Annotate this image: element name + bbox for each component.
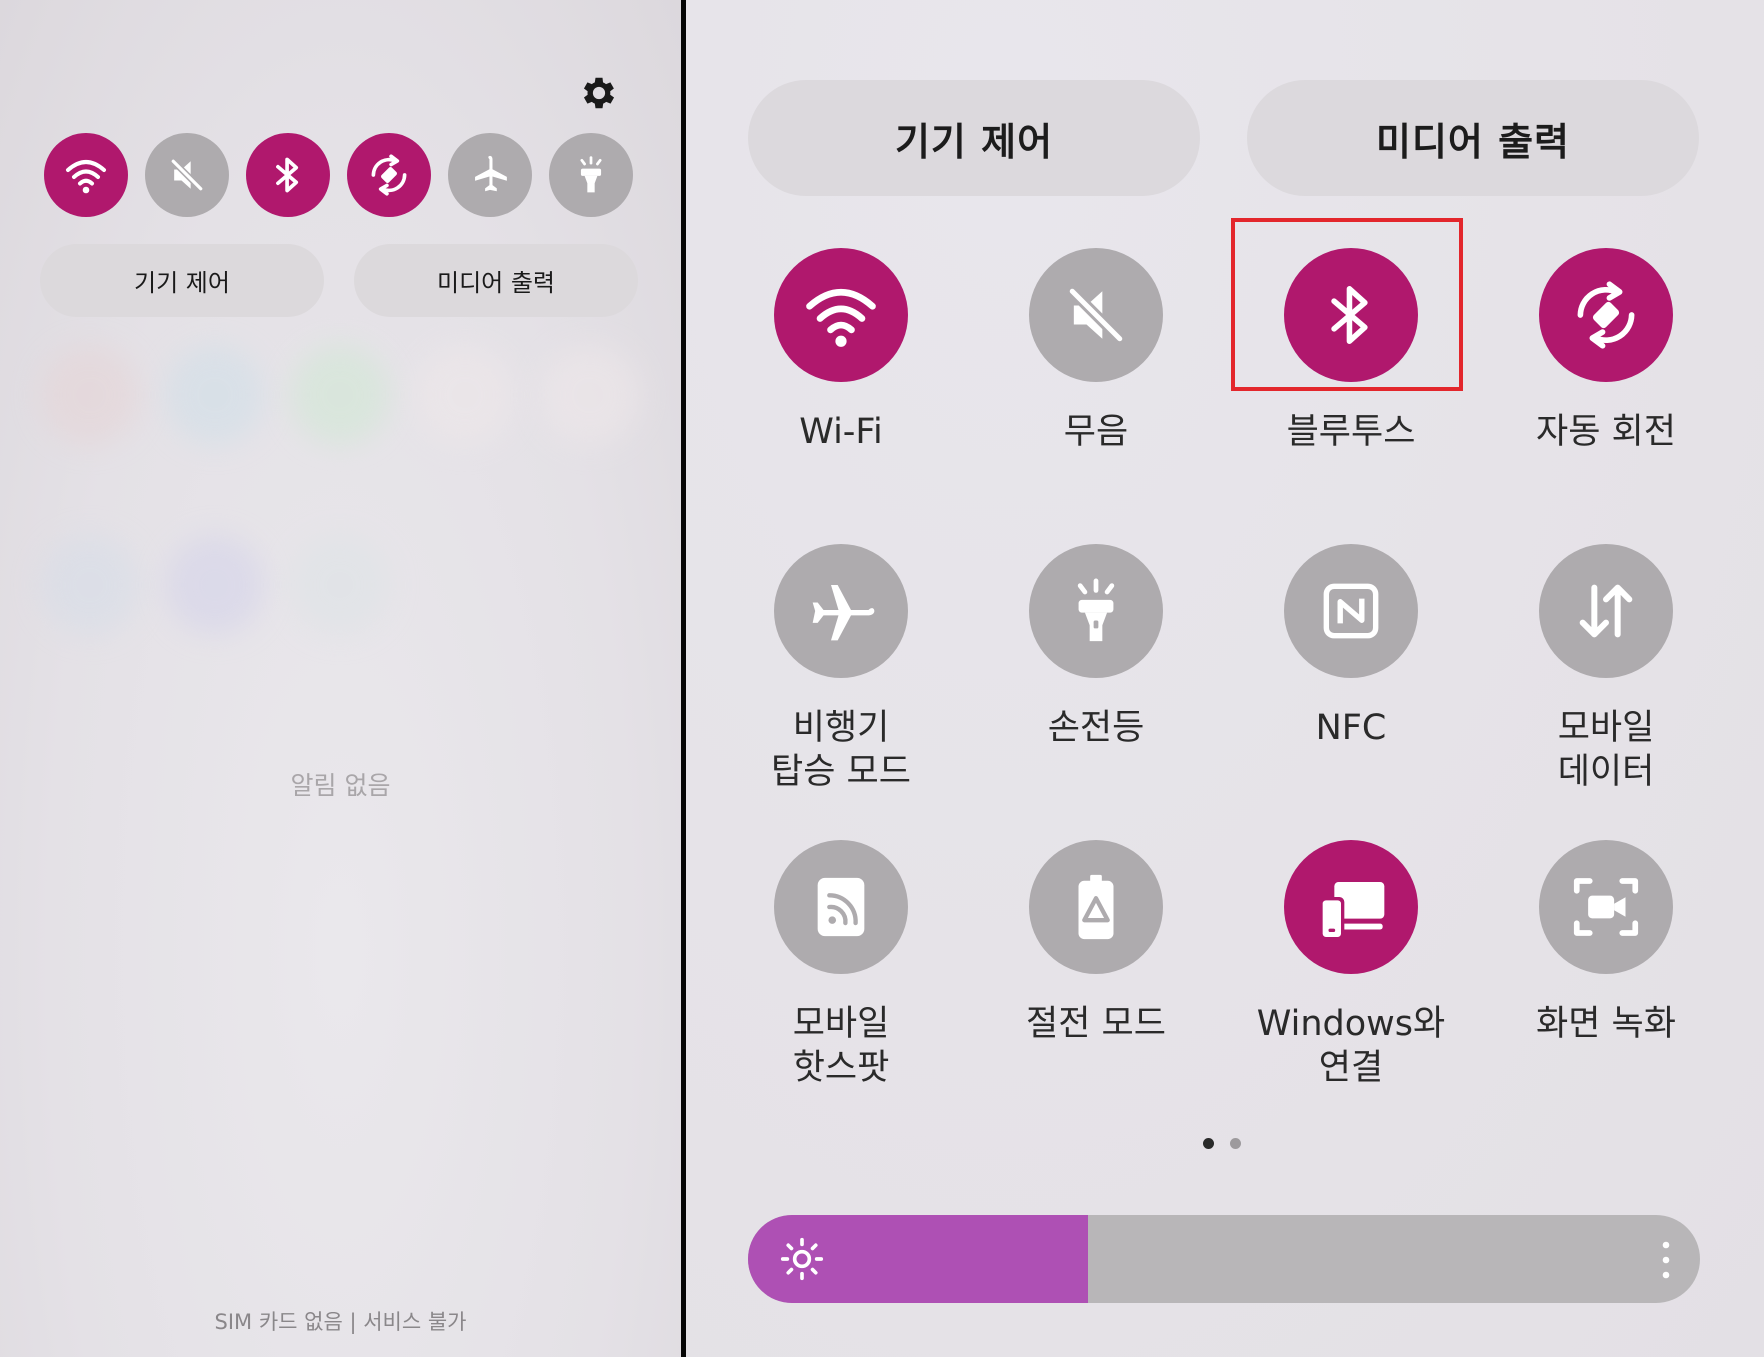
tile-screen-recorder[interactable]: 화면 녹화	[1486, 840, 1726, 1046]
power-saving-tile-button[interactable]	[1029, 840, 1163, 974]
mobile-data-tile-button[interactable]	[1539, 544, 1673, 678]
tile-label: 비행기 탑승 모드	[771, 708, 911, 792]
auto-rotate-tile-button[interactable]	[1539, 248, 1673, 382]
tile-nfc[interactable]: NFC	[1231, 544, 1471, 750]
tile-airplane-mode[interactable]: 비행기 탑승 모드	[721, 544, 961, 794]
tile-label: 화면 녹화	[1536, 1004, 1676, 1044]
link-to-windows-icon	[1319, 882, 1385, 941]
link-to-windows-tile-button[interactable]	[1284, 840, 1418, 974]
bluetooth-toggle[interactable]	[246, 133, 330, 217]
brightness-sun-icon	[780, 1237, 824, 1281]
tile-power-saving[interactable]: 절전 모드	[976, 840, 1216, 1046]
blurred-app-icon	[290, 345, 390, 445]
tile-label: Windows와 연결	[1256, 1004, 1446, 1088]
tile-mobile-data[interactable]: 모바일 데이터	[1486, 544, 1726, 794]
media-output-button[interactable]: 미디어 출력	[354, 244, 638, 317]
blurred-app-icon	[290, 535, 390, 635]
tab-media-output[interactable]: 미디어 출력	[1247, 80, 1699, 196]
airplane-toggle[interactable]	[448, 133, 532, 217]
blurred-app-icon	[415, 345, 515, 445]
auto-rotate-toggle[interactable]	[347, 133, 431, 217]
tile-flashlight[interactable]: 손전등	[976, 544, 1216, 750]
tile-mute[interactable]: 무음	[976, 248, 1216, 454]
settings-gear-icon[interactable]	[578, 72, 620, 114]
page-dot	[1230, 1138, 1241, 1149]
hotspot-tile-button[interactable]	[774, 840, 908, 974]
tile-label: 손전등	[1047, 708, 1145, 748]
brightness-slider[interactable]	[748, 1215, 1700, 1303]
flashlight-icon	[1077, 578, 1115, 642]
nfc-tile-button[interactable]	[1284, 544, 1418, 678]
tile-label: 절전 모드	[1026, 1004, 1166, 1044]
airplane-icon	[475, 155, 507, 192]
wifi-tile-button[interactable]	[774, 248, 908, 382]
power-saving-icon	[1078, 874, 1114, 940]
blurred-app-icon	[165, 535, 265, 635]
mobile-data-icon	[1579, 584, 1633, 638]
tile-label: 자동 회전	[1536, 412, 1676, 452]
carrier-status-text: SIM 카드 없음 | 서비스 불가	[214, 1310, 467, 1334]
tile-label: 모바일 데이터	[1557, 708, 1655, 792]
tile-label: 모바일 핫스팟	[792, 1004, 890, 1088]
device-control-button[interactable]: 기기 제어	[40, 244, 324, 317]
tile-label: 블루투스	[1286, 412, 1416, 452]
blurred-app-icon	[40, 535, 140, 635]
more-options-icon[interactable]	[1662, 1241, 1670, 1279]
tile-link-to-windows[interactable]: Windows와 연결	[1231, 840, 1471, 1090]
blurred-app-icon	[40, 345, 140, 445]
mute-icon	[1068, 287, 1124, 343]
tile-label: 무음	[1063, 412, 1129, 452]
flashlight-tile-button[interactable]	[1029, 544, 1163, 678]
wifi-toggle[interactable]	[44, 133, 128, 217]
mute-icon	[170, 158, 204, 192]
tile-mobile-hotspot[interactable]: 모바일 핫스팟	[721, 840, 961, 1090]
airplane-icon	[812, 585, 875, 641]
airplane-tile-button[interactable]	[774, 544, 908, 678]
tile-auto-rotate[interactable]: 자동 회전	[1486, 248, 1726, 454]
page-indicator	[1203, 1138, 1241, 1149]
wifi-icon	[66, 160, 106, 194]
hotspot-icon	[817, 877, 865, 937]
screen-recorder-icon	[1573, 878, 1639, 936]
auto-rotate-icon	[1577, 281, 1635, 349]
tile-wifi[interactable]: Wi-Fi	[721, 248, 961, 454]
page-dot-active	[1203, 1138, 1214, 1149]
compact-quick-panel: 기기 제어 미디어 출력 알림 없음 SIM 카드 없음 | 서비스 불가	[0, 0, 681, 1357]
flashlight-icon	[580, 156, 602, 193]
no-notifications-text: 알림 없음	[290, 771, 391, 800]
wifi-icon	[806, 289, 876, 347]
blurred-app-icon	[165, 345, 265, 445]
screen-recorder-tile-button[interactable]	[1539, 840, 1673, 974]
tab-device-control[interactable]: 기기 제어	[748, 80, 1200, 196]
auto-rotate-icon	[371, 154, 407, 196]
mute-tile-button[interactable]	[1029, 248, 1163, 382]
nfc-icon	[1323, 583, 1379, 639]
tile-label: Wi-Fi	[799, 412, 883, 452]
blurred-app-icon	[540, 345, 640, 445]
bluetooth-highlight-box	[1231, 218, 1463, 391]
bluetooth-icon	[276, 157, 299, 193]
flashlight-toggle[interactable]	[549, 133, 633, 217]
mute-toggle[interactable]	[145, 133, 229, 217]
tile-label: NFC	[1315, 708, 1387, 748]
